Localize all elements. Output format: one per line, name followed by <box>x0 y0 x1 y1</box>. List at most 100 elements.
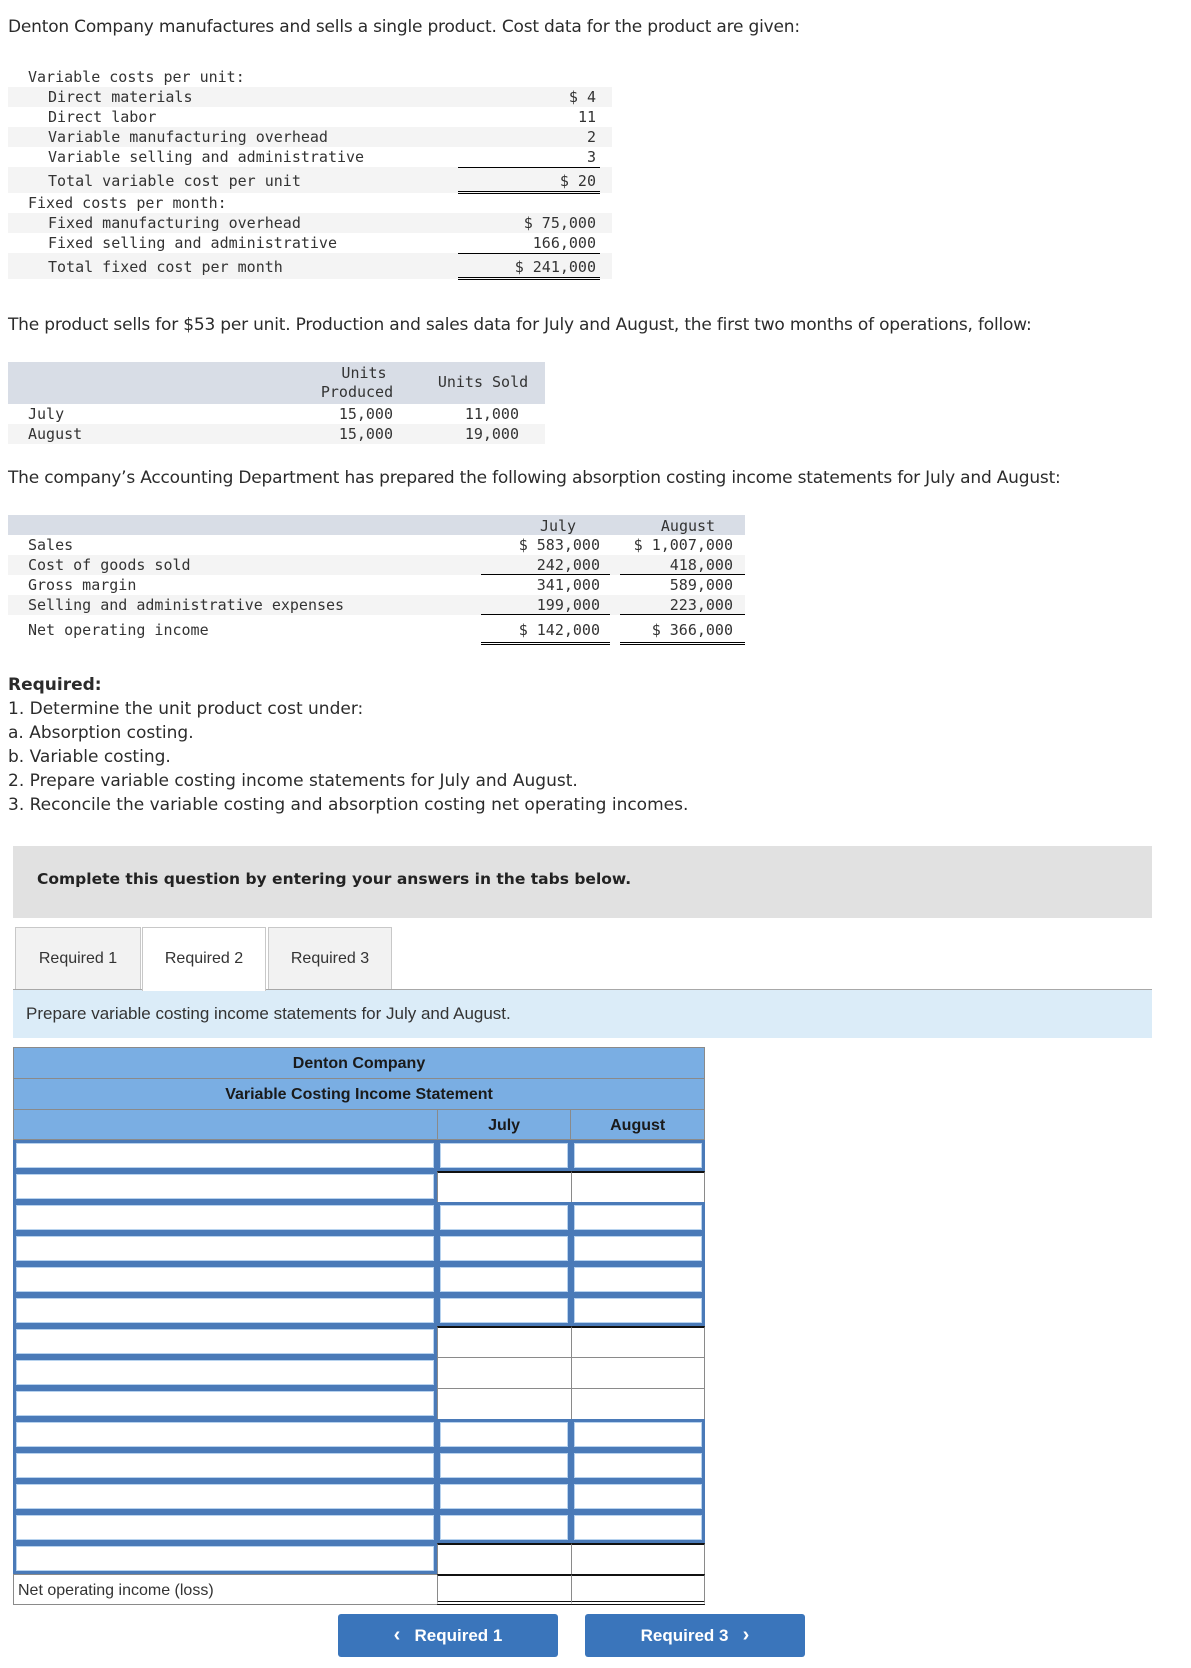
prev-button-label: Required 1 <box>414 1626 503 1645</box>
row-label-field[interactable] <box>13 1295 437 1326</box>
row-label: Sales <box>28 536 74 554</box>
august-amount-field[interactable] <box>571 1481 705 1512</box>
july-amount-field-input[interactable] <box>437 1481 571 1512</box>
august-amount-field-input[interactable] <box>571 1140 705 1171</box>
units-table-header: Units Produced Units Sold <box>8 362 545 404</box>
august-empty-cell <box>571 1171 705 1202</box>
row-label-field[interactable] <box>13 1481 437 1512</box>
august-amount-field-input[interactable] <box>571 1295 705 1326</box>
row-label-field[interactable] <box>13 1202 437 1233</box>
intro-text: Denton Company manufactures and sells a … <box>8 17 800 37</box>
statement-row <box>13 1450 705 1481</box>
col-header-produced: Produced <box>320 383 394 401</box>
july-amount-field[interactable] <box>437 1512 571 1543</box>
august-amount-field[interactable] <box>571 1295 705 1326</box>
row-label-field-input[interactable] <box>13 1450 437 1481</box>
august-amount-field[interactable] <box>571 1450 705 1481</box>
july-amount-field-input[interactable] <box>437 1233 571 1264</box>
row-label-field[interactable] <box>13 1171 437 1202</box>
row-label: Selling and administrative expenses <box>28 596 345 614</box>
next-button-label: Required 3 <box>640 1626 729 1645</box>
july-amount-field-input[interactable] <box>437 1512 571 1543</box>
units-sold: 11,000 <box>464 405 519 423</box>
july-amount-field[interactable] <box>437 1140 571 1171</box>
july-amount-field-input[interactable] <box>437 1419 571 1450</box>
prev-required-1-button[interactable]: ‹ Required 1 <box>338 1614 558 1657</box>
tab-required-2[interactable]: Required 2 <box>142 927 266 991</box>
row-label-field[interactable] <box>13 1419 437 1450</box>
row-label-field[interactable] <box>13 1388 437 1419</box>
july-amount-field-input[interactable] <box>437 1295 571 1326</box>
august-amount-field-input[interactable] <box>571 1419 705 1450</box>
row-label-field[interactable] <box>13 1543 437 1574</box>
august-amount-field-input[interactable] <box>571 1481 705 1512</box>
august-amount-field[interactable] <box>571 1140 705 1171</box>
row-label-field-input[interactable] <box>13 1481 437 1512</box>
row-label-field[interactable] <box>13 1450 437 1481</box>
row-label-field-input[interactable] <box>13 1512 437 1543</box>
july-value: $ 142,000 <box>518 621 600 639</box>
cell-border <box>571 1543 705 1574</box>
july-amount-field-input[interactable] <box>437 1202 571 1233</box>
row-label-field[interactable] <box>13 1233 437 1264</box>
july-amount-field[interactable] <box>437 1419 571 1450</box>
august-amount-field-input[interactable] <box>571 1202 705 1233</box>
tab-required-3[interactable]: Required 3 <box>268 927 392 990</box>
statement-row <box>13 1388 705 1419</box>
double-underline <box>481 642 610 645</box>
net-operating-income-row: Net operating income (loss) <box>13 1574 705 1605</box>
august-amount-field-input[interactable] <box>571 1450 705 1481</box>
july-empty-cell <box>437 1543 571 1574</box>
july-amount-field[interactable] <box>437 1233 571 1264</box>
row-label-field[interactable] <box>13 1264 437 1295</box>
august-amount-field[interactable] <box>571 1419 705 1450</box>
next-required-3-button[interactable]: Required 3 › <box>585 1614 805 1657</box>
july-amount-field-input[interactable] <box>437 1264 571 1295</box>
july-amount-field[interactable] <box>437 1295 571 1326</box>
august-amount-field[interactable] <box>571 1264 705 1295</box>
row-label-field-input[interactable] <box>13 1357 437 1388</box>
statement-column-headers: July August <box>13 1109 705 1140</box>
row-label-field-input[interactable] <box>13 1419 437 1450</box>
units-table: Units Produced Units Sold July 15,000 11… <box>8 362 545 444</box>
cost-label: Fixed manufacturing overhead <box>48 214 301 232</box>
august-empty-cell <box>571 1326 705 1357</box>
july-amount-field[interactable] <box>437 1202 571 1233</box>
cost-value: $ 4 <box>568 88 596 106</box>
statement-row <box>13 1512 705 1543</box>
row-label-field-input[interactable] <box>13 1295 437 1326</box>
row-label-field[interactable] <box>13 1512 437 1543</box>
row-label-field-input[interactable] <box>13 1543 437 1574</box>
row-label-field-input[interactable] <box>13 1140 437 1171</box>
august-amount-field-input[interactable] <box>571 1512 705 1543</box>
july-amount-field[interactable] <box>437 1481 571 1512</box>
month-label: July <box>28 405 65 423</box>
july-amount-field-input[interactable] <box>437 1450 571 1481</box>
row-label-field-input[interactable] <box>13 1202 437 1233</box>
august-amount-field[interactable] <box>571 1233 705 1264</box>
july-value: 242,000 <box>536 556 600 574</box>
august-amount-field[interactable] <box>571 1512 705 1543</box>
row-label-field-input[interactable] <box>13 1233 437 1264</box>
july-amount-field-input[interactable] <box>437 1140 571 1171</box>
units-produced: 15,000 <box>338 425 393 443</box>
cost-label: Direct materials <box>48 88 193 106</box>
row-label-field[interactable] <box>13 1326 437 1357</box>
tab-required-1[interactable]: Required 1 <box>15 927 141 990</box>
required-line: a. Absorption costing. <box>8 723 194 743</box>
row-label-field-input[interactable] <box>13 1326 437 1357</box>
row-label-field-input[interactable] <box>13 1264 437 1295</box>
statement-row <box>13 1140 705 1171</box>
august-amount-field-input[interactable] <box>571 1233 705 1264</box>
statement-row <box>13 1543 705 1574</box>
july-amount-field[interactable] <box>437 1264 571 1295</box>
row-label-field-input[interactable] <box>13 1388 437 1419</box>
august-amount-field-input[interactable] <box>571 1264 705 1295</box>
row-label-field-input[interactable] <box>13 1171 437 1202</box>
july-amount-field[interactable] <box>437 1450 571 1481</box>
cost-label: Fixed selling and administrative <box>48 234 337 252</box>
row-label-field[interactable] <box>13 1140 437 1171</box>
row-label-field[interactable] <box>13 1357 437 1388</box>
cost-value: 3 <box>586 148 596 166</box>
august-amount-field[interactable] <box>571 1202 705 1233</box>
